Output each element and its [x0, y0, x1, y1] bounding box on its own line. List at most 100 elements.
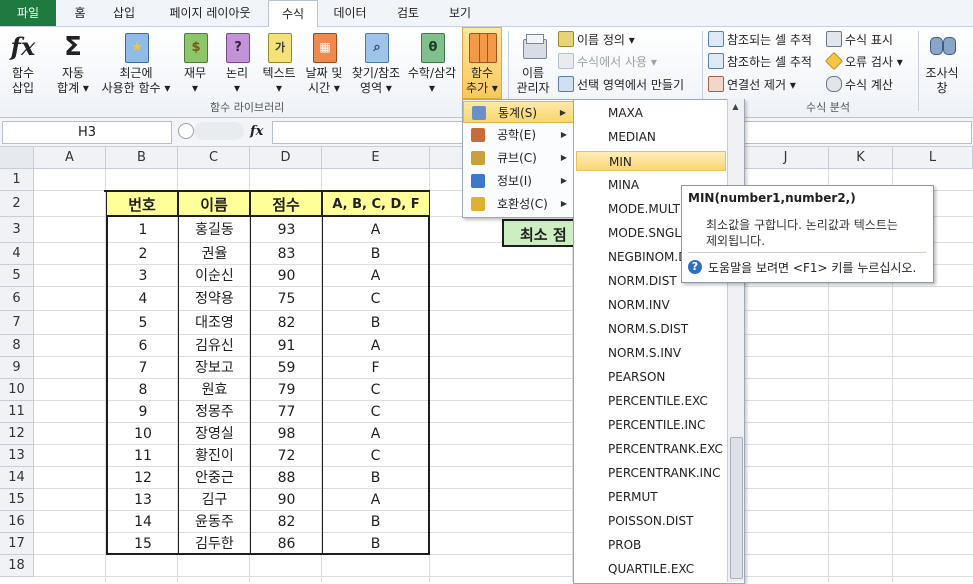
remove-arrows-button[interactable]: 연결선 제거 ▾ — [708, 76, 796, 93]
row-header[interactable]: 10 — [0, 379, 34, 401]
row-header[interactable]: 6 — [0, 287, 34, 311]
function-item[interactable]: PERCENTILE.EXC — [608, 391, 708, 411]
table-cell[interactable]: 3 — [106, 265, 178, 287]
row-header[interactable]: 13 — [0, 445, 34, 467]
col-header[interactable]: J — [743, 147, 829, 169]
table-cell[interactable]: B — [322, 511, 430, 533]
row-header[interactable]: 14 — [0, 467, 34, 489]
menu-item-compatibility[interactable]: 호환성(C) ▶ — [463, 193, 575, 215]
table-cell[interactable]: B — [322, 243, 430, 265]
table-cell[interactable]: A — [322, 489, 430, 511]
function-item[interactable]: MEDIAN — [608, 127, 656, 147]
col-header[interactable]: L — [893, 147, 973, 169]
function-item[interactable]: POISSON.DIST — [608, 511, 693, 531]
table-cell[interactable]: 장보고 — [178, 357, 250, 379]
function-item[interactable]: NORM.S.DIST — [608, 319, 688, 339]
tab-data[interactable]: 데이터 — [326, 0, 374, 26]
table-cell[interactable]: 15 — [106, 533, 178, 555]
function-item[interactable]: MODE.MULT — [608, 199, 680, 219]
tab-formulas[interactable]: 수식 — [268, 0, 318, 28]
table-cell[interactable]: A — [322, 265, 430, 287]
table-cell[interactable]: C — [322, 287, 430, 311]
scroll-up-arrow-icon[interactable]: ▲ — [730, 101, 741, 113]
tab-review[interactable]: 검토 — [388, 0, 428, 26]
function-item[interactable]: PERCENTILE.INC — [608, 415, 705, 435]
table-header-cell[interactable]: A, B, C, D, F — [322, 191, 430, 217]
table-cell[interactable]: 11 — [106, 445, 178, 467]
table-cell[interactable]: B — [322, 311, 430, 335]
table-cell[interactable]: 윤동주 — [178, 511, 250, 533]
col-header[interactable]: E — [322, 147, 430, 169]
trace-precedents-button[interactable]: 참조되는 셀 추적 — [708, 31, 812, 48]
menu-item-statistical[interactable]: 통계(S) ▶ — [463, 101, 575, 123]
tab-home[interactable]: 홈 — [66, 0, 94, 26]
function-item[interactable]: PERCENTRANK.INC — [608, 463, 720, 483]
table-cell[interactable]: 김유신 — [178, 335, 250, 357]
col-header[interactable]: C — [178, 147, 250, 169]
function-item[interactable]: PERCENTRANK.EXC — [608, 439, 723, 459]
table-cell[interactable]: 98 — [250, 423, 322, 445]
logical-button[interactable]: ? 논리 ▾ — [220, 31, 254, 96]
col-header[interactable]: A — [34, 147, 106, 169]
function-item[interactable]: NORM.INV — [608, 295, 670, 315]
table-cell[interactable]: 90 — [250, 265, 322, 287]
row-header[interactable]: 1 — [0, 169, 34, 191]
table-cell[interactable]: B — [322, 467, 430, 489]
recently-used-button[interactable]: ★ 최근에 사용한 함수 ▾ — [98, 31, 174, 96]
math-trig-button[interactable]: θ 수학/삼각 ▾ — [406, 31, 458, 96]
table-cell[interactable]: 6 — [106, 335, 178, 357]
table-cell[interactable]: 83 — [250, 243, 322, 265]
financial-button[interactable]: $ 재무 ▾ — [178, 31, 212, 96]
table-cell[interactable]: 정몽주 — [178, 401, 250, 423]
col-header[interactable]: K — [829, 147, 893, 169]
formula-bar-expand-handle[interactable] — [178, 123, 194, 139]
table-cell[interactable]: 홍길동 — [178, 217, 250, 243]
table-cell[interactable]: A — [322, 423, 430, 445]
tab-view[interactable]: 보기 — [440, 0, 480, 26]
table-cell[interactable]: 86 — [250, 533, 322, 555]
create-from-selection-button[interactable]: 선택 영역에서 만들기 — [558, 76, 684, 93]
table-header-cell[interactable]: 점수 — [250, 191, 322, 217]
evaluate-formula-button[interactable]: 수식 계산 — [826, 76, 893, 93]
table-cell[interactable]: 김구 — [178, 489, 250, 511]
function-list-scrollbar[interactable]: ▲ — [727, 99, 744, 582]
table-cell[interactable]: 93 — [250, 217, 322, 243]
table-cell[interactable]: 82 — [250, 511, 322, 533]
table-cell[interactable]: B — [322, 533, 430, 555]
function-item[interactable]: MAXA — [608, 103, 643, 123]
table-cell[interactable]: C — [322, 401, 430, 423]
function-item[interactable]: MIN — [576, 151, 726, 171]
table-cell[interactable]: 장영실 — [178, 423, 250, 445]
table-header-cell[interactable]: 이름 — [178, 191, 250, 217]
table-cell[interactable]: C — [322, 379, 430, 401]
tab-insert[interactable]: 삽입 — [104, 0, 144, 26]
function-item[interactable]: MODE.SNGL — [608, 223, 681, 243]
function-item[interactable]: NORM.DIST — [608, 271, 677, 291]
table-cell[interactable]: 91 — [250, 335, 322, 357]
table-cell[interactable]: 황진이 — [178, 445, 250, 467]
table-cell[interactable]: 김두한 — [178, 533, 250, 555]
insert-function-button[interactable]: fx 함수 삽입 — [2, 31, 44, 96]
table-cell[interactable]: 4 — [106, 287, 178, 311]
row-header[interactable]: 15 — [0, 489, 34, 511]
menu-item-cube[interactable]: 큐브(C) ▶ — [463, 147, 575, 169]
table-cell[interactable]: 7 — [106, 357, 178, 379]
table-cell[interactable]: 10 — [106, 423, 178, 445]
row-header[interactable]: 16 — [0, 511, 34, 533]
table-cell[interactable]: 안중근 — [178, 467, 250, 489]
min-score-label-cell[interactable]: 최소 점 — [502, 219, 574, 247]
select-all-corner[interactable] — [0, 147, 34, 169]
table-cell[interactable]: 권율 — [178, 243, 250, 265]
table-cell[interactable]: 1 — [106, 217, 178, 243]
table-cell[interactable]: 2 — [106, 243, 178, 265]
name-manager-button[interactable]: 이름 관리자 — [512, 31, 554, 96]
table-cell[interactable]: 14 — [106, 511, 178, 533]
row-header[interactable]: 3 — [0, 217, 34, 243]
use-in-formula-button[interactable]: 수식에서 사용 ▾ — [558, 53, 657, 70]
function-item[interactable]: PROB — [608, 535, 641, 555]
table-cell[interactable]: 5 — [106, 311, 178, 335]
row-header[interactable]: 18 — [0, 555, 34, 577]
table-cell[interactable]: 59 — [250, 357, 322, 379]
function-item[interactable]: NORM.S.INV — [608, 343, 681, 363]
lookup-reference-button[interactable]: ⌕ 찾기/참조 영역 ▾ — [348, 31, 404, 96]
